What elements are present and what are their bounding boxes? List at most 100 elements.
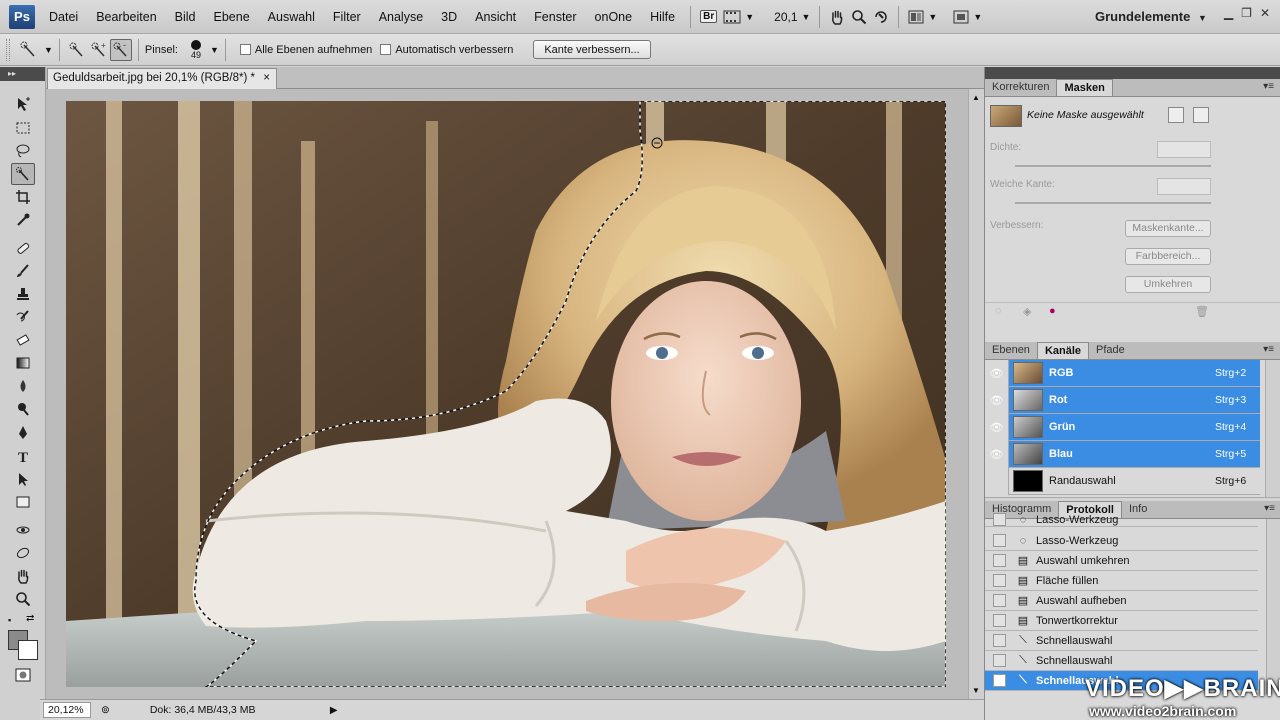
tab-masken[interactable]: Masken [1056,79,1113,96]
photoshop-logo[interactable]: Ps [9,4,35,29]
history-snapshot-box[interactable] [993,654,1006,667]
document-vertical-scrollbar[interactable]: ▲ ▼ [968,89,984,699]
zoom-level-dropdown[interactable]: 20,1 ▼ [771,6,813,28]
menu-ansicht[interactable]: Ansicht [466,10,525,24]
status-menu-arrow-icon[interactable]: ▶ [330,705,338,716]
quick-selection-tool[interactable] [11,163,35,185]
history-snapshot-box[interactable] [993,513,1006,526]
hand-tool-button[interactable] [826,6,848,28]
eye-icon[interactable]: 👁 [985,440,1009,468]
channel-row-gruen[interactable]: 👁 Grün Strg+4 [985,413,1260,441]
lasso-tool[interactable] [11,140,35,162]
status-info-icon[interactable]: ⊚ [101,704,110,716]
brush-picker[interactable]: 49 [186,39,206,60]
shape-tool[interactable] [11,491,35,513]
eraser-tool[interactable] [11,329,35,351]
eyedropper-tool[interactable] [11,209,35,231]
history-snapshot-box[interactable] [993,574,1006,587]
eye-icon[interactable]: 👁 [985,359,1009,387]
menu-onone[interactable]: onOne [586,10,642,24]
zoom-field[interactable]: 20,12% [43,702,91,718]
crop-tool[interactable] [11,186,35,208]
minimize-icon[interactable]: ▁ [1224,6,1233,20]
tab-kanaele[interactable]: Kanäle [1036,342,1090,359]
3d-orbit-tool[interactable] [11,542,35,564]
all-layers-checkbox[interactable] [239,44,251,55]
history-item[interactable]: ▤ Tonwertkorrektur [985,611,1258,631]
swap-colors-icon[interactable]: ⇄ [26,613,34,624]
view-extras-button[interactable]: ▼ [720,6,757,28]
menu-ebene[interactable]: Ebene [205,10,259,24]
clone-stamp-tool[interactable] [11,283,35,305]
tab-korrekturen[interactable]: Korrekturen [985,79,1056,96]
workspace-switcher[interactable]: Grundelemente ▼ [1095,9,1207,24]
background-color-swatch[interactable] [18,640,38,660]
eye-hidden-icon[interactable]: · [985,467,1009,495]
history-snapshot-box[interactable] [993,534,1006,547]
auto-enhance-checkbox[interactable] [380,44,392,55]
color-range-button[interactable]: Farbbereich... [1125,248,1211,265]
menu-bild[interactable]: Bild [166,10,205,24]
tab-pfade[interactable]: Pfade [1089,342,1132,359]
vector-mask-icon[interactable] [1193,107,1209,123]
zoom-tool-button[interactable] [848,6,870,28]
chevron-down-icon[interactable]: ▼ [210,45,219,55]
close-icon[interactable]: × [263,69,270,88]
menu-fenster[interactable]: Fenster [525,10,585,24]
panel-menu-icon[interactable]: ▾≡ [1263,81,1274,92]
zoom-tool[interactable] [11,588,35,610]
eye-icon[interactable]: 👁 [985,386,1009,414]
close-icon[interactable]: ✕ [1260,6,1270,20]
history-item[interactable]: ⟍ Schnellauswahl [985,651,1258,671]
type-tool[interactable]: T [11,445,35,467]
pixel-mask-icon[interactable] [1168,107,1184,123]
auto-enhance-option[interactable]: Automatisch verbessern [380,44,513,56]
brush-tool[interactable] [11,260,35,282]
feather-field[interactable] [1157,178,1211,195]
density-slider[interactable] [1015,165,1211,167]
menu-auswahl[interactable]: Auswahl [259,10,324,24]
history-brush-tool[interactable] [11,306,35,328]
bridge-button[interactable]: Br [697,6,720,28]
mask-edge-button[interactable]: Maskenkante... [1125,220,1211,237]
history-item[interactable]: ◌ Lasso-Werkzeug [985,531,1258,551]
tool-preset-picker[interactable] [18,39,40,61]
pen-tool[interactable] [11,422,35,444]
dodge-tool[interactable] [11,398,35,420]
gradient-tool[interactable] [11,352,35,374]
channel-row-randauswahl[interactable]: · Randauswahl Strg+6 [985,467,1260,495]
hand-tool[interactable] [11,565,35,587]
restore-icon[interactable]: ❐ [1241,6,1252,20]
load-selection-icon[interactable]: ◌ [995,305,1002,317]
all-layers-option[interactable]: Alle Ebenen aufnehmen [239,44,372,56]
tools-collapse-bar[interactable]: ▸▸ [0,67,45,81]
menu-analyse[interactable]: Analyse [370,10,432,24]
history-item[interactable]: ◌ Lasso-Werkzeug [985,513,1258,527]
channel-row-blau[interactable]: 👁 Blau Strg+5 [985,440,1260,468]
menu-3d[interactable]: 3D [432,10,466,24]
history-snapshot-box[interactable] [993,594,1006,607]
history-item[interactable]: ⟍ Schnellauswahl [985,631,1258,651]
subtract-selection-mode[interactable]: - [109,38,132,61]
chevron-down-icon[interactable]: ▼ [44,45,53,55]
history-snapshot-box[interactable] [993,554,1006,567]
toggle-mask-icon[interactable]: ● [1049,305,1056,317]
history-item[interactable]: ▤ Auswahl aufheben [985,591,1258,611]
path-selection-tool[interactable] [11,468,35,490]
3d-rotate-tool[interactable] [11,519,35,541]
panel-menu-icon[interactable]: ▾≡ [1264,503,1275,514]
tab-ebenen[interactable]: Ebenen [985,342,1037,359]
eye-icon[interactable]: 👁 [985,413,1009,441]
history-item[interactable]: ▤ Fläche füllen [985,571,1258,591]
new-selection-mode[interactable] [66,39,88,61]
healing-brush-tool[interactable] [11,237,35,259]
panel-menu-icon[interactable]: ▾≡ [1263,344,1274,355]
delete-mask-icon[interactable]: 🗑 [1195,305,1209,318]
history-snapshot-box[interactable] [993,674,1006,687]
screen-mode-button[interactable]: ▼ [950,6,985,28]
menu-bearbeiten[interactable]: Bearbeiten [87,10,165,24]
menu-filter[interactable]: Filter [324,10,370,24]
refine-edge-button[interactable]: Kante verbessern... [533,40,651,59]
channel-row-rot[interactable]: 👁 Rot Strg+3 [985,386,1260,414]
rotate-view-button[interactable] [870,6,892,28]
